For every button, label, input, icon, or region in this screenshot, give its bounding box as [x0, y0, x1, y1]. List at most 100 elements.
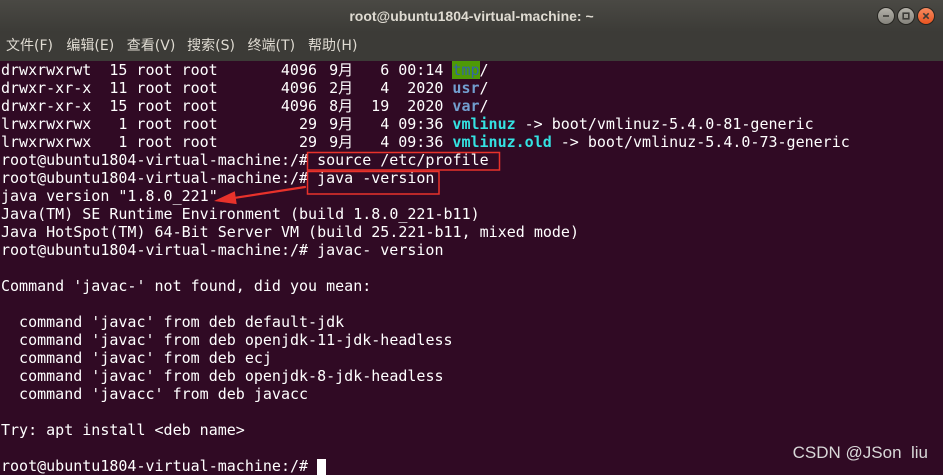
link-count: 1: [118, 115, 128, 133]
file-size: 4096: [280, 97, 318, 115]
modified-day: 19: [371, 97, 390, 115]
output-line: Command 'javac-' not found, did you mean…: [1, 277, 943, 295]
modified-time: 09:36: [398, 115, 444, 133]
shell-prompt: root@ubuntu1804-virtual-machine:/#: [1, 169, 309, 187]
file-name: vmlinuz: [452, 115, 516, 133]
output-line: Java(TM) SE Runtime Environment (build 1…: [1, 205, 943, 223]
file-owner: root: [136, 115, 173, 133]
ls-row: drwxr-xr-x 15 root root 4096 8月 19 2020 …: [1, 97, 943, 115]
command-text: javac- version: [317, 241, 444, 259]
minimize-icon: [883, 15, 889, 17]
file-name: usr: [452, 79, 480, 97]
file-name: var: [452, 97, 480, 115]
modified-time: 09:36: [398, 133, 444, 151]
title-bar[interactable]: root@ubuntu1804-virtual-machine: ~: [0, 0, 943, 32]
output-line: command 'javac' from deb openjdk-11-jdk-…: [1, 331, 943, 349]
file-size: 29: [298, 133, 318, 151]
menu-file[interactable]: 文件(F): [6, 32, 66, 61]
file-name: tmp: [452, 61, 480, 79]
name-suffix: /: [479, 61, 489, 79]
menu-search[interactable]: 搜索(S): [187, 32, 247, 61]
ls-row: lrwxrwxrwx 1 root root 29 9月 4 09:36 vml…: [1, 115, 943, 133]
menu-help[interactable]: 帮助(H): [308, 32, 368, 61]
output-text: command 'javac' from deb openjdk-8-jdk-h…: [1, 367, 444, 385]
output-text: command 'javac' from deb ecj: [1, 349, 272, 367]
output-text: Java HotSpot(TM) 64-Bit Server VM (build…: [1, 223, 579, 241]
name-suffix: /: [479, 97, 489, 115]
modified-year: 2020: [407, 97, 444, 115]
name-suffix: /: [479, 79, 489, 97]
symlink-target: boot/vmlinuz-5.4.0-73-generic: [587, 133, 850, 151]
watermark: CSDN @JSon liu: [792, 443, 928, 462]
output-line: command 'javac' from deb default-jdk: [1, 313, 943, 331]
file-size: 4096: [280, 61, 318, 79]
output-text: Try: apt install <deb name>: [1, 421, 245, 439]
output-line: command 'javacc' from deb javacc: [1, 385, 943, 403]
menu-edit[interactable]: 编辑(E): [66, 32, 126, 61]
modified-month: 8月: [329, 97, 354, 115]
symlink-arrow: ->: [524, 115, 543, 133]
modified-month: 9月: [329, 115, 354, 133]
file-permissions: drwxr-xr-x: [1, 79, 92, 97]
window-title: root@ubuntu1804-virtual-machine: ~: [349, 8, 594, 24]
terminal-view[interactable]: drwxrwxrwt 15 root root 4096 9月 6 00:14 …: [0, 61, 943, 475]
modified-day: 4: [380, 79, 390, 97]
link-count: 11: [109, 79, 128, 97]
shell-prompt: root@ubuntu1804-virtual-machine:/#: [1, 151, 309, 169]
close-icon: [922, 12, 930, 20]
command-text: java -version: [317, 169, 435, 187]
file-group: root: [181, 97, 218, 115]
maximize-button[interactable]: [897, 7, 915, 25]
modified-month: 9月: [329, 61, 354, 79]
output-line: Try: apt install <deb name>: [1, 421, 943, 439]
menu-terminal[interactable]: 终端(T): [248, 32, 308, 61]
file-owner: root: [136, 133, 173, 151]
output-text: command 'javac' from deb default-jdk: [1, 313, 345, 331]
file-owner: root: [136, 79, 173, 97]
symlink-arrow: ->: [560, 133, 579, 151]
modified-day: 4: [380, 115, 390, 133]
file-group: root: [181, 133, 218, 151]
link-count: 15: [109, 97, 128, 115]
output-text: Command 'javac-' not found, did you mean…: [1, 277, 372, 295]
modified-month: 9月: [329, 133, 354, 151]
modified-month: 2月: [329, 79, 354, 97]
command-text: source /etc/profile: [317, 151, 489, 169]
modified-day: 4: [380, 133, 390, 151]
file-group: root: [181, 61, 218, 79]
link-count: 15: [109, 61, 128, 79]
prompt-line: root@ubuntu1804-virtual-machine:/# sourc…: [1, 151, 943, 169]
modified-year: 2020: [407, 79, 444, 97]
ls-row: drwxrwxrwt 15 root root 4096 9月 6 00:14 …: [1, 61, 943, 79]
link-count: 1: [118, 133, 128, 151]
file-size: 29: [298, 115, 318, 133]
text-cursor: [317, 459, 327, 475]
file-size: 4096: [280, 79, 318, 97]
output-line: java version "1.8.0_221": [1, 187, 943, 205]
symlink-target: boot/vmlinuz-5.4.0-81-generic: [551, 115, 814, 133]
output-line: Java HotSpot(TM) 64-Bit Server VM (build…: [1, 223, 943, 241]
close-button[interactable]: [917, 7, 935, 25]
file-owner: root: [136, 61, 173, 79]
file-permissions: drwxrwxrwt: [1, 61, 92, 79]
output-text: Java(TM) SE Runtime Environment (build 1…: [1, 205, 480, 223]
file-name: vmlinuz.old: [452, 133, 552, 151]
shell-prompt: root@ubuntu1804-virtual-machine:/#: [1, 457, 309, 475]
file-group: root: [181, 115, 218, 133]
menu-view[interactable]: 查看(V): [127, 32, 187, 61]
maximize-icon: [902, 12, 910, 20]
file-permissions: lrwxrwxrwx: [1, 115, 92, 133]
output-text: command 'javacc' from deb javacc: [1, 385, 309, 403]
minimize-button[interactable]: [877, 7, 895, 25]
file-owner: root: [136, 97, 173, 115]
window-controls: [877, 7, 935, 25]
output-text: command 'javac' from deb openjdk-11-jdk-…: [1, 331, 453, 349]
ls-row: lrwxrwxrwx 1 root root 29 9月 4 09:36 vml…: [1, 133, 943, 151]
prompt-line: root@ubuntu1804-virtual-machine:/# java …: [1, 169, 943, 187]
modified-day: 6: [380, 61, 390, 79]
file-permissions: lrwxrwxrwx: [1, 133, 92, 151]
output-text: java version "1.8.0_221": [1, 187, 218, 205]
